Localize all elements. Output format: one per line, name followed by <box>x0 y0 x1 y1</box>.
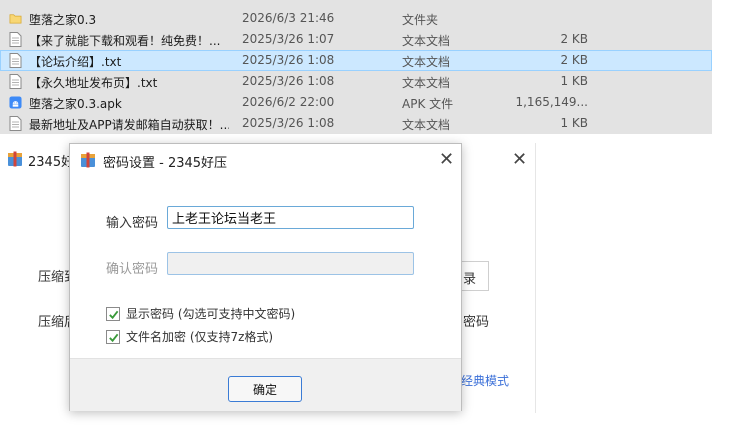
password-label: 输入密码 <box>106 216 159 231</box>
dialog-footer: 确定 <box>70 358 461 411</box>
file-size: 2 KB <box>560 32 588 46</box>
encrypt-filenames-label: 文件名加密 (仅支持7z格式) <box>126 330 274 344</box>
file-date: 2025/3/26 1:08 <box>242 74 335 88</box>
file-type: 文本文档 <box>402 118 451 132</box>
file-date: 2025/3/26 1:07 <box>242 32 335 46</box>
show-password-label: 显示密码 (勾选可支持中文密码) <box>126 307 296 321</box>
text-file-icon <box>9 116 22 131</box>
file-type: 文本文档 <box>402 34 451 48</box>
file-name: 最新地址及APP请发邮箱自动获取！... <box>29 118 229 132</box>
show-password-option[interactable]: 显示密码 (勾选可支持中文密码) <box>106 305 295 322</box>
encrypt-filenames-option[interactable]: 文件名加密 (仅支持7z格式) <box>106 328 273 345</box>
text-file-icon <box>9 74 22 89</box>
dialog-title: 密码设置 - 2345好压 <box>103 156 228 171</box>
app-logo-icon <box>8 151 22 167</box>
file-date: 2026/6/2 22:00 <box>242 95 335 109</box>
file-date: 2026/6/3 21:46 <box>242 11 335 25</box>
file-size: 1 KB <box>560 116 588 130</box>
file-name: 【永久地址发布页】.txt <box>29 76 158 90</box>
file-row-folder[interactable]: 堕落之家0.3 2026/6/3 21:46 文件夹 <box>0 8 712 29</box>
ok-button[interactable]: 确定 <box>228 376 302 402</box>
file-row-text-selected[interactable]: 【论坛介绍】.txt 2025/3/26 1:08 文本文档 2 KB <box>0 50 712 71</box>
file-date: 2025/3/26 1:08 <box>242 53 335 67</box>
browse-button[interactable]: 录 <box>460 261 489 291</box>
file-row-text[interactable]: 最新地址及APP请发邮箱自动获取！... 2025/3/26 1:08 文本文档… <box>0 113 712 134</box>
file-name: 堕落之家0.3 <box>29 13 97 27</box>
password-input[interactable] <box>167 206 414 229</box>
file-date: 2025/3/26 1:08 <box>242 116 335 130</box>
file-row-apk[interactable]: 堕落之家0.3.apk 2026/6/2 22:00 APK 文件 1,165,… <box>0 92 712 113</box>
encrypt-filenames-checkbox[interactable] <box>106 329 120 344</box>
file-row-text[interactable]: 【永久地址发布页】.txt 2025/3/26 1:08 文本文档 1 KB <box>0 71 712 92</box>
file-type: 文本文档 <box>402 76 451 90</box>
file-type: 文件夹 <box>402 13 439 27</box>
file-size: 1,165,149... <box>515 95 588 109</box>
file-size: 2 KB <box>560 53 588 67</box>
file-type: APK 文件 <box>402 97 454 111</box>
show-password-checkbox[interactable] <box>106 306 120 321</box>
background-close-icon[interactable]: ✕ <box>512 149 527 170</box>
password-dialog: 密码设置 - 2345好压 ✕ 输入密码 确认密码 显示密码 (勾选可支持中文密… <box>69 143 462 411</box>
confirm-password-input[interactable] <box>167 252 414 275</box>
app-logo-icon <box>81 152 95 168</box>
file-row-text[interactable]: 【来了就能下载和观看！纯免费！... 2025/3/26 1:07 文本文档 2… <box>0 29 712 50</box>
file-list: 堕落之家0.3 2026/6/3 21:46 文件夹 【来了就能下载和观看！纯免… <box>0 0 712 134</box>
file-name: 【论坛介绍】.txt <box>29 55 122 69</box>
file-size: 1 KB <box>560 74 588 88</box>
password-text-fragment: 密码 <box>463 315 490 330</box>
file-type: 文本文档 <box>402 55 451 69</box>
text-file-icon <box>9 53 22 68</box>
check-icon <box>109 310 119 319</box>
close-icon[interactable]: ✕ <box>439 149 454 170</box>
classic-mode-link[interactable]: 经典模式 <box>461 372 509 389</box>
text-file-icon <box>9 32 22 47</box>
check-icon <box>109 333 119 342</box>
file-name: 堕落之家0.3.apk <box>29 97 122 111</box>
folder-icon <box>9 14 22 24</box>
apk-file-icon <box>9 96 22 109</box>
confirm-password-label: 确认密码 <box>106 262 159 277</box>
background-window-title: 2345好 <box>28 155 75 170</box>
file-name: 【来了就能下载和观看！纯免费！... <box>29 34 221 48</box>
